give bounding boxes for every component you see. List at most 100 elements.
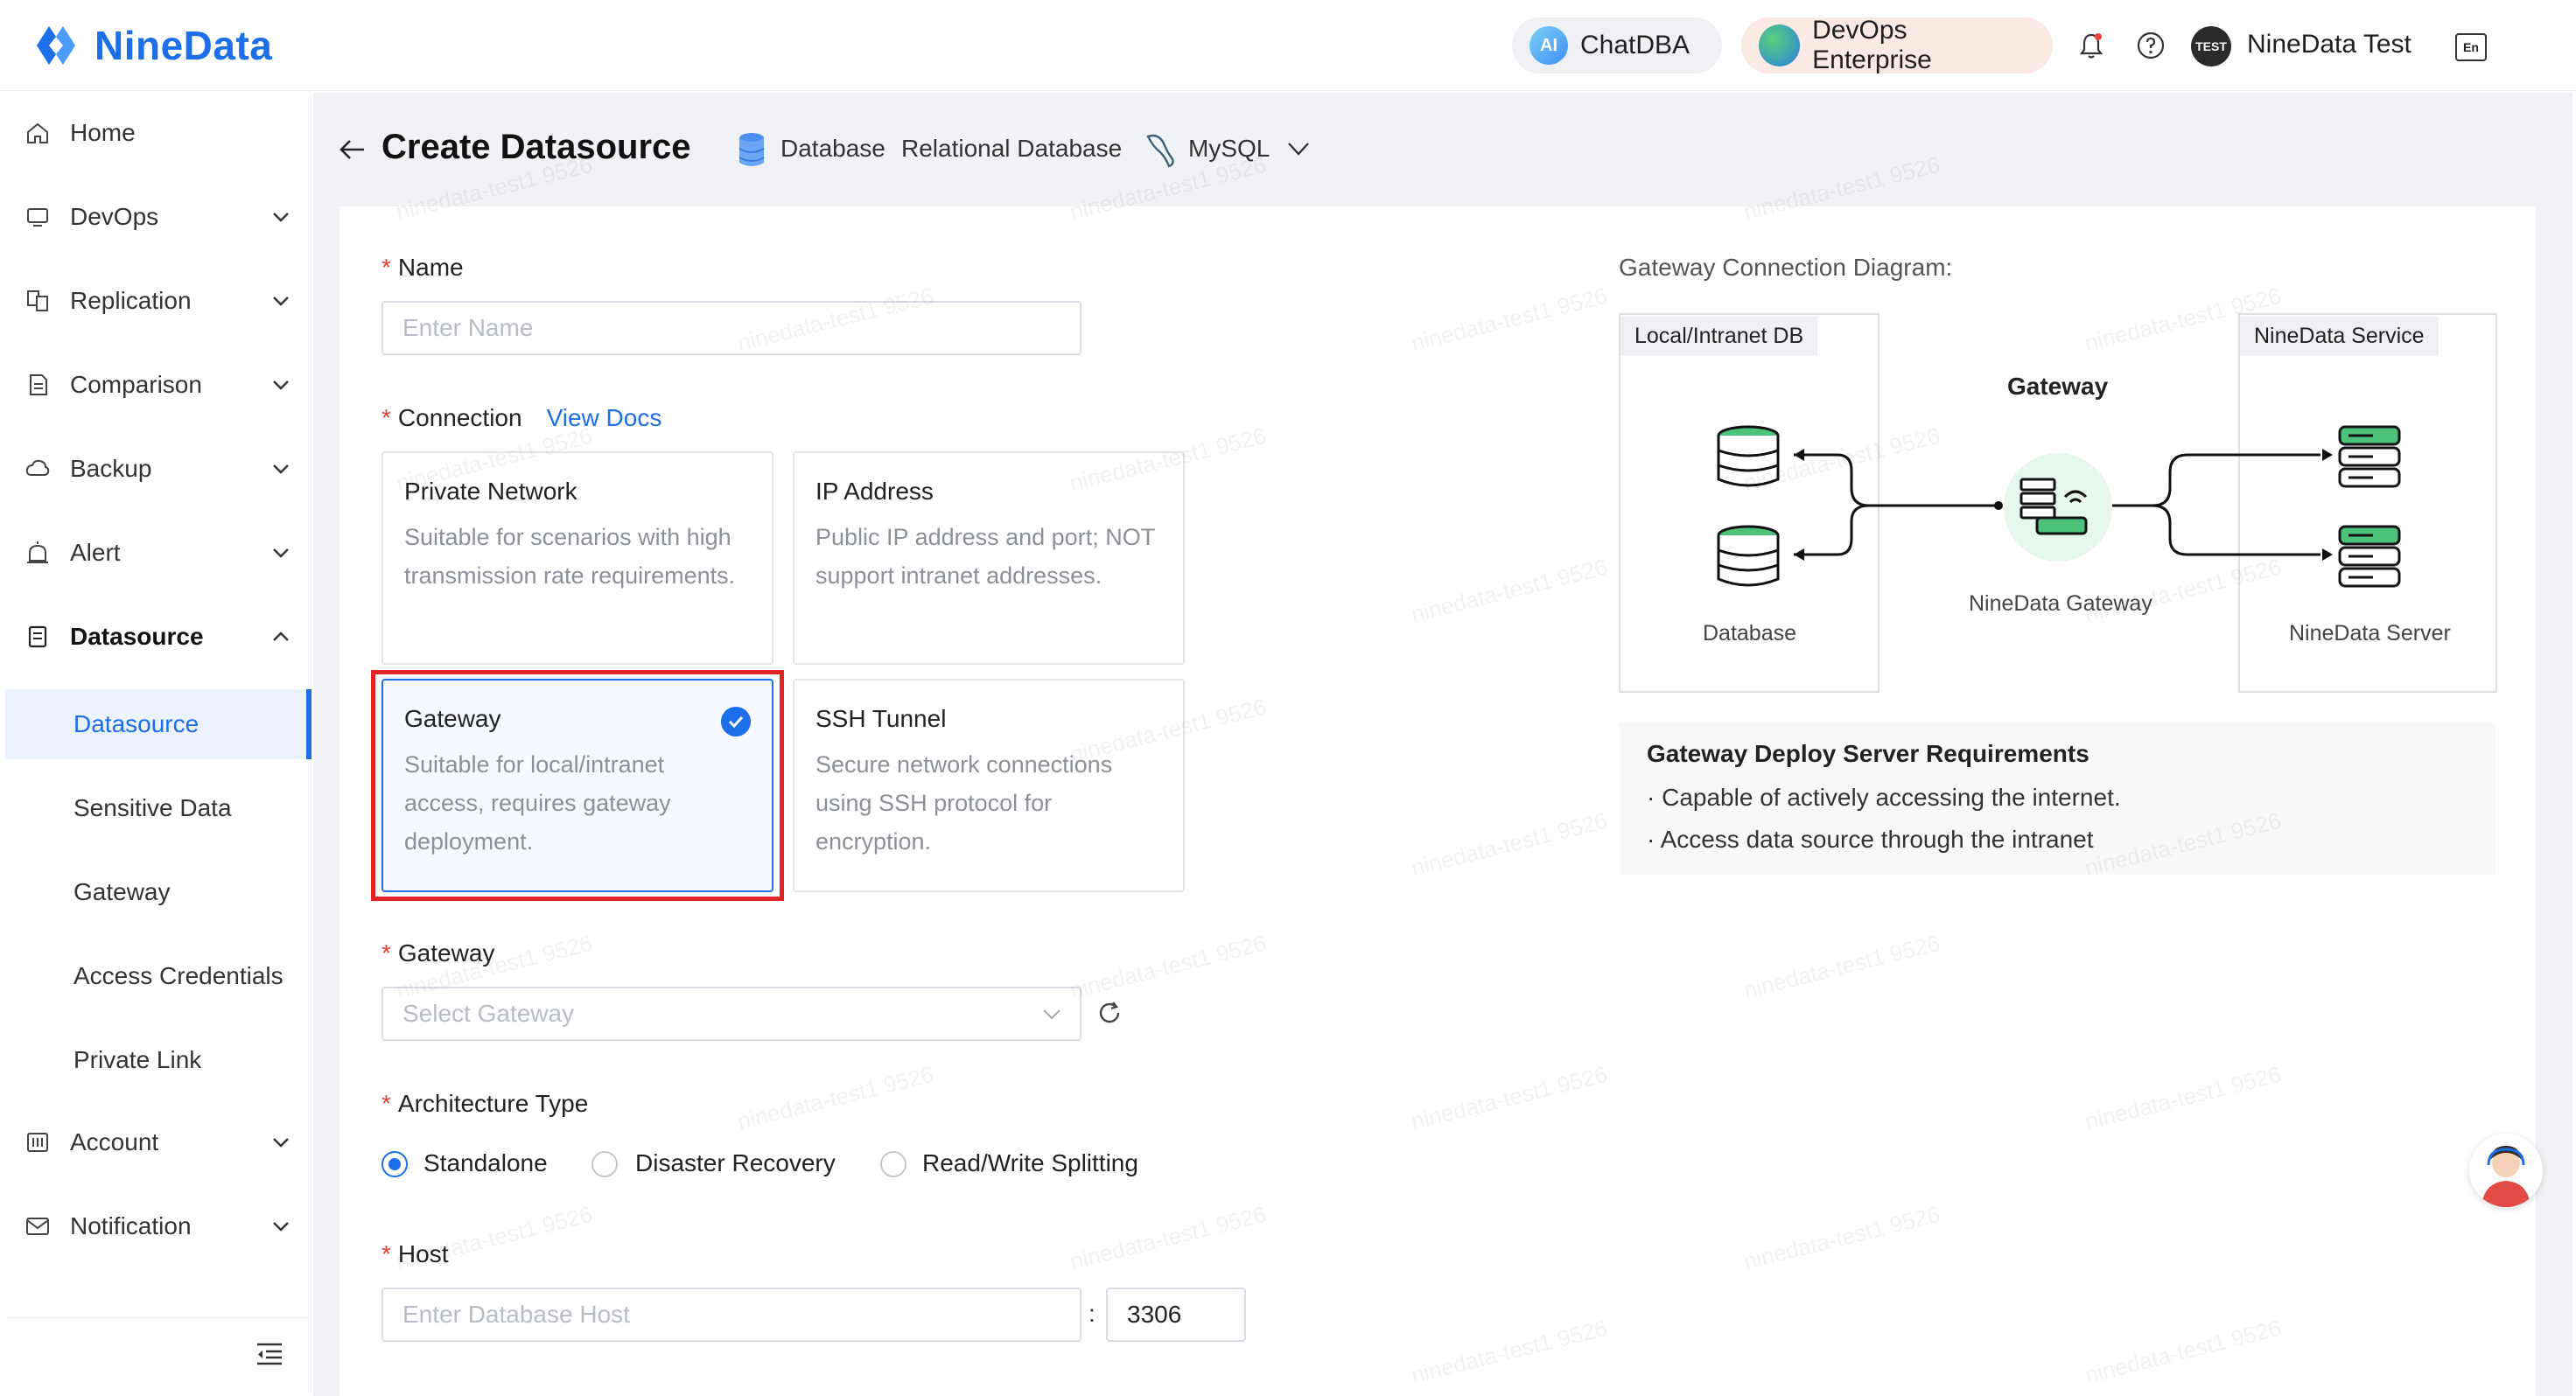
sidebar-item-notification[interactable]: Notification xyxy=(5,1191,312,1261)
chevron-down-icon xyxy=(273,548,289,558)
replication-icon xyxy=(27,290,48,311)
top-header: NineData AI ChatDBA DevOps Enterprise TE… xyxy=(0,0,2576,91)
name-placeholder: Enter Name xyxy=(402,314,534,341)
database-caption: Database xyxy=(1703,621,1797,646)
sidebar-item-home[interactable]: Home xyxy=(5,98,312,168)
connection-card-ssh-tunnel[interactable]: SSH Tunnel Secure network connections us… xyxy=(793,679,1185,892)
chevron-down-icon xyxy=(273,1138,289,1148)
view-docs-link[interactable]: View Docs xyxy=(547,404,662,431)
server-stack-icon xyxy=(2338,425,2401,488)
gateway-diagram-title: Gateway xyxy=(2007,373,2109,400)
radio-label-read-write-splitting[interactable]: Read/Write Splitting xyxy=(922,1149,1138,1177)
language-switch-icon[interactable]: En xyxy=(2455,33,2487,61)
comparison-icon xyxy=(30,374,47,395)
database-cylinder-icon xyxy=(1717,425,1780,487)
requirement-text: Capable of actively accessing the intern… xyxy=(1662,784,2121,811)
connection-label-text: Connection xyxy=(397,404,522,431)
requirement-item: · Access data source through the intrane… xyxy=(1647,826,2094,854)
name-label-text: Name xyxy=(397,254,464,281)
host-placeholder: Enter Database Host xyxy=(402,1301,630,1328)
collapse-menu-icon[interactable] xyxy=(256,1341,284,1367)
sidebar-item-account[interactable]: Account xyxy=(5,1107,312,1177)
page-title: Create Datasource xyxy=(382,128,691,166)
connection-label: * Connection View Docs xyxy=(382,404,662,432)
gateway-router-icon xyxy=(2004,453,2112,562)
gateway-label: * Gateway xyxy=(382,939,494,967)
sidebar-item-alert[interactable]: Alert xyxy=(5,518,312,588)
sidebar-subitem-label: Gateway xyxy=(74,878,171,905)
user-name[interactable]: NineData Test xyxy=(2247,30,2412,59)
breadcrumb-relational: Relational Database xyxy=(901,135,1123,162)
sidebar-item-label: Comparison xyxy=(70,371,202,398)
datasource-icon xyxy=(28,625,47,648)
bell-icon[interactable] xyxy=(2076,30,2107,61)
home-icon xyxy=(27,122,48,143)
port-input[interactable]: 3306 xyxy=(1106,1288,1246,1342)
sidebar-item-replication[interactable]: Replication xyxy=(5,266,312,336)
name-input[interactable]: Enter Name xyxy=(382,301,1082,355)
bullet: · xyxy=(1647,826,1656,853)
architecture-label: * Architecture Type xyxy=(382,1090,588,1118)
sidebar-subitem-private-link[interactable]: Private Link xyxy=(5,1025,312,1095)
mysql-dolphin-icon xyxy=(1146,134,1174,168)
sidebar-subitem-label: Datasource xyxy=(74,710,200,737)
chevron-down-icon xyxy=(273,380,289,390)
devops-enterprise-button[interactable]: DevOps Enterprise xyxy=(1741,16,2053,74)
sidebar-item-devops[interactable]: DevOps xyxy=(5,182,312,252)
sidebar: Home DevOps Replication Comparison Backu… xyxy=(5,94,312,1393)
support-assistant-button[interactable] xyxy=(2469,1134,2543,1207)
connection-card-desc: Secure network connections using SSH pro… xyxy=(816,751,1113,855)
sidebar-item-backup[interactable]: Backup xyxy=(5,434,312,504)
sidebar-item-label: Backup xyxy=(70,455,152,482)
help-icon[interactable] xyxy=(2135,30,2166,61)
requirements-title: Gateway Deploy Server Requirements xyxy=(1647,740,2090,767)
bullet: · xyxy=(1647,784,1656,811)
connection-card-private-network[interactable]: Private Network Suitable for scenarios w… xyxy=(382,451,774,665)
connection-card-ip-address[interactable]: IP Address Public IP address and port; N… xyxy=(793,451,1185,665)
sidebar-item-label: Alert xyxy=(70,539,121,566)
user-avatar[interactable]: TEST xyxy=(2191,26,2231,66)
radio-label-standalone[interactable]: Standalone xyxy=(424,1149,548,1177)
radio-read-write-splitting[interactable] xyxy=(880,1151,906,1177)
host-input[interactable]: Enter Database Host xyxy=(382,1288,1082,1342)
sidebar-subitem-label: Private Link xyxy=(74,1046,202,1073)
host-label-text: Host xyxy=(397,1240,449,1267)
engine-select[interactable]: MySQL xyxy=(1188,135,1270,163)
sidebar-item-label: Home xyxy=(70,119,136,146)
chevron-down-icon[interactable] xyxy=(1286,140,1311,157)
app-logo[interactable]: NineData xyxy=(30,19,272,72)
diagram-title: Gateway Connection Diagram: xyxy=(1619,254,1953,281)
connection-card-desc: Suitable for scenarios with high transmi… xyxy=(404,524,736,589)
sidebar-subitem-access-credentials[interactable]: Access Credentials xyxy=(5,941,312,1011)
connection-card-desc: Public IP address and port; NOT support … xyxy=(816,524,1155,589)
sidebar-subitem-gateway[interactable]: Gateway xyxy=(5,857,312,927)
chatdba-label: ChatDBA xyxy=(1580,31,1690,59)
sidebar-collapse-bar xyxy=(5,1317,312,1393)
server-caption: NineData Server xyxy=(2289,621,2451,646)
radio-label-disaster-recovery[interactable]: Disaster Recovery xyxy=(635,1149,836,1177)
requirements-panel: Gateway Deploy Server Requirements · Cap… xyxy=(1619,722,2496,875)
back-arrow-icon[interactable] xyxy=(338,135,368,164)
radio-disaster-recovery[interactable] xyxy=(592,1151,618,1177)
support-agent-icon xyxy=(2482,1146,2530,1207)
sidebar-item-datasource[interactable]: Datasource xyxy=(5,602,312,672)
refresh-icon[interactable] xyxy=(1096,999,1124,1027)
radio-standalone[interactable] xyxy=(382,1151,408,1177)
ai-icon: AI xyxy=(1530,26,1568,65)
chatdba-button[interactable]: AI ChatDBA xyxy=(1512,17,1722,73)
gateway-caption: NineData Gateway xyxy=(1969,591,2152,616)
sidebar-subitem-sensitive-data[interactable]: Sensitive Data xyxy=(5,773,312,843)
port-separator: : xyxy=(1088,1300,1096,1327)
port-value: 3306 xyxy=(1127,1301,1182,1328)
connection-card-title: Private Network xyxy=(404,478,578,505)
sidebar-item-comparison[interactable]: Comparison xyxy=(5,350,312,420)
gateway-select[interactable]: Select Gateway xyxy=(382,987,1082,1041)
architecture-label-text: Architecture Type xyxy=(397,1090,589,1117)
chevron-down-icon xyxy=(1043,1009,1060,1020)
database-icon xyxy=(738,133,765,166)
sidebar-item-label: Replication xyxy=(70,287,192,314)
connection-card-title: SSH Tunnel xyxy=(816,705,947,732)
database-cylinder-icon xyxy=(1717,525,1780,587)
selection-highlight xyxy=(371,670,784,901)
sidebar-subitem-datasource[interactable]: Datasource xyxy=(5,689,312,759)
